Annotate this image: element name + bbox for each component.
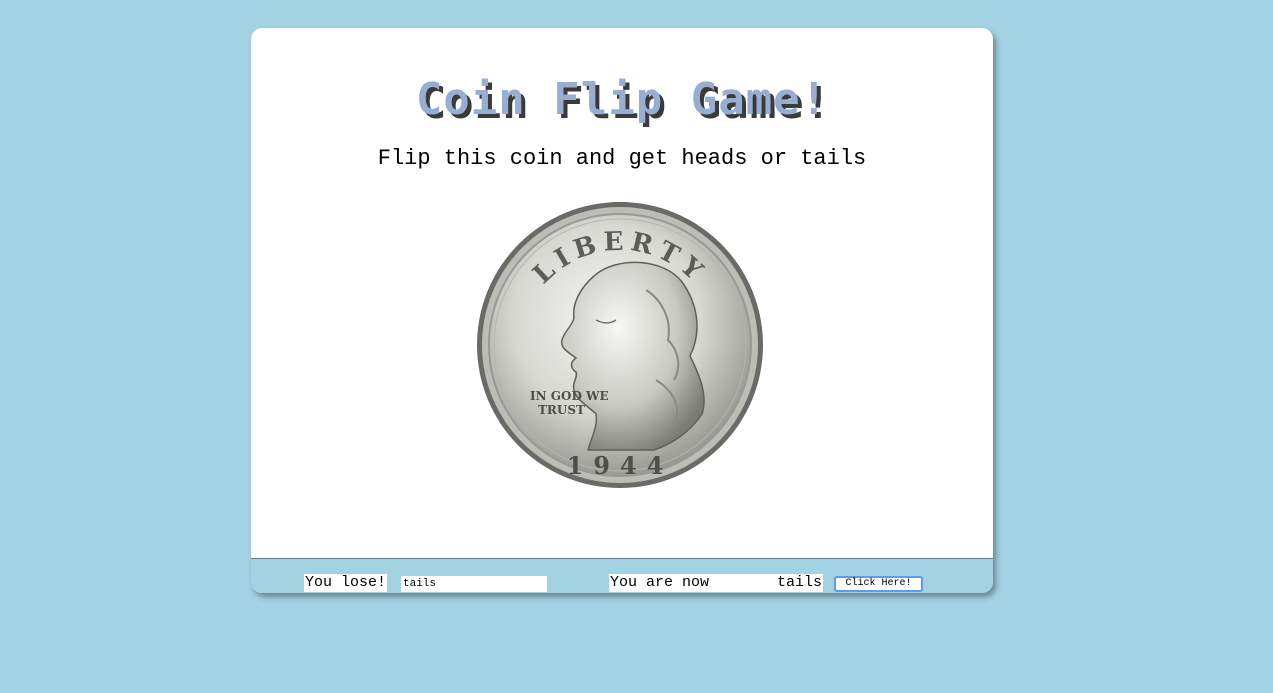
game-card: Coin Flip Game! Flip this coin and get h…: [251, 28, 993, 593]
guess-input[interactable]: [401, 576, 547, 592]
controls-bar: You lose! You are now tails Click Here!: [251, 558, 993, 593]
coin-motto-line2: TRUST: [538, 403, 585, 417]
result-text: You lose!: [304, 574, 388, 592]
status-prefix: You are now: [610, 574, 710, 591]
flip-button[interactable]: Click Here!: [834, 576, 923, 592]
coin-motto-line1: IN GOD WE: [530, 389, 609, 403]
coin-heads-icon: LIBERTY IN GOD WE TRUST 1944: [476, 200, 764, 490]
status-value: tails: [776, 574, 822, 591]
status-display: You are now tails: [609, 574, 823, 592]
page-title: Coin Flip Game!: [415, 74, 829, 125]
instructions-text: Flip this coin and get heads or tails: [377, 146, 867, 171]
coin-year: 1944: [567, 451, 674, 480]
